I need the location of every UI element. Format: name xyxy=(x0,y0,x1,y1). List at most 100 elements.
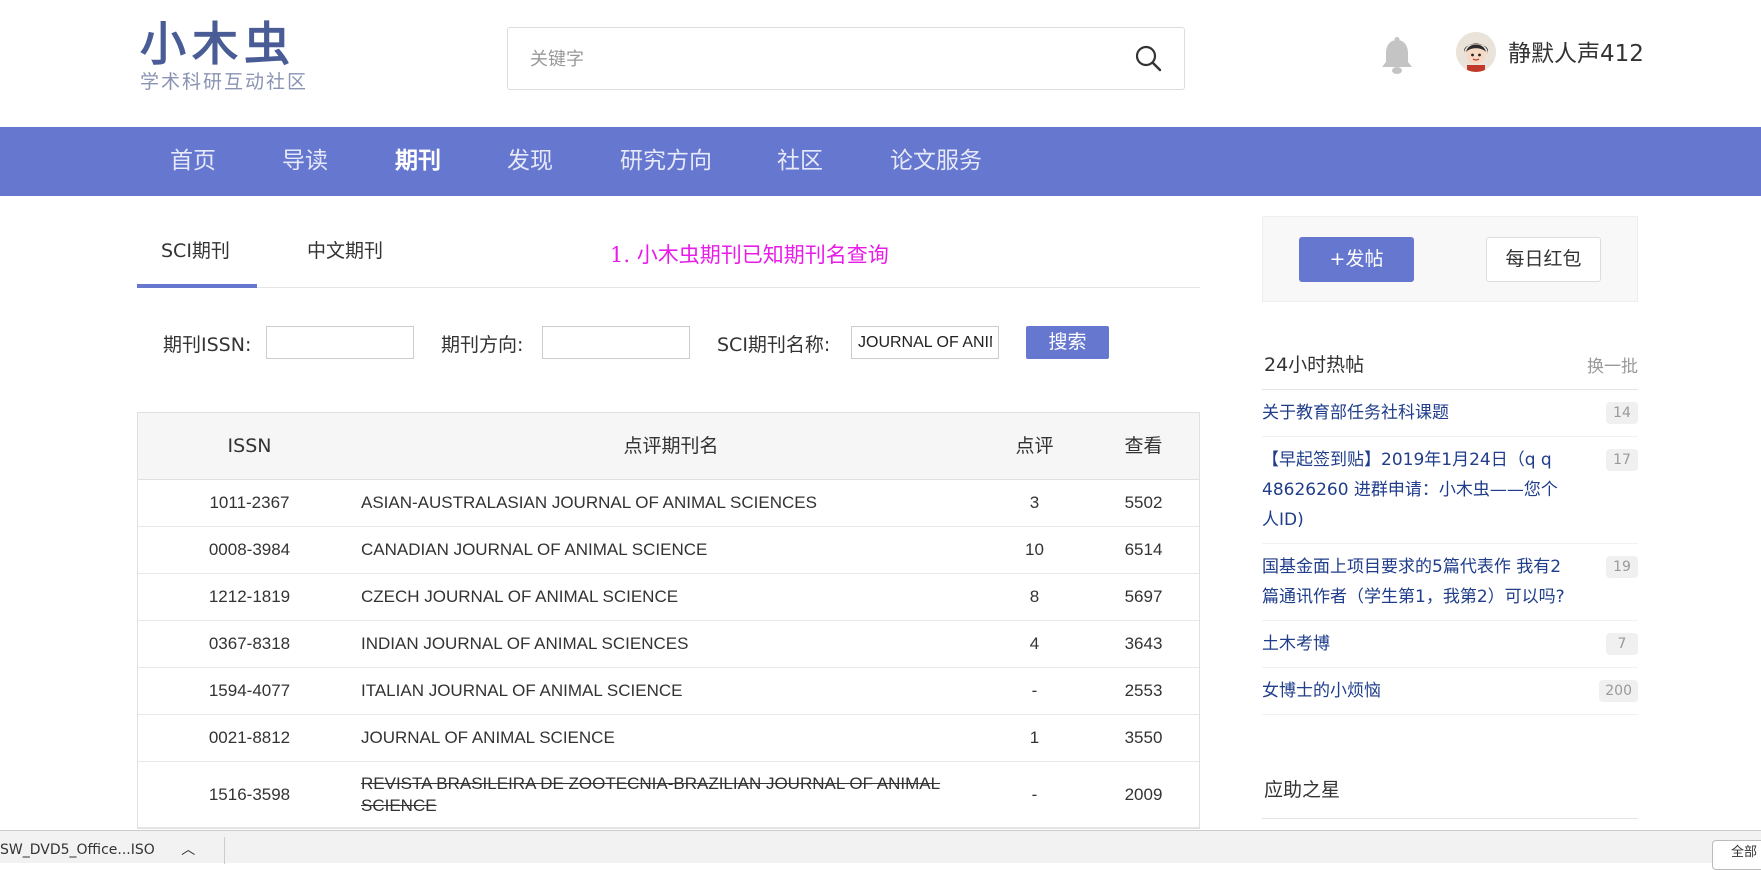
table-row[interactable]: 0367-8318 INDIAN JOURNAL OF ANIMAL SCIENC… xyxy=(138,621,1199,668)
issn-input[interactable] xyxy=(266,326,414,359)
username[interactable]: 静默人声412 xyxy=(1508,38,1644,70)
site-logo[interactable]: 小木虫 学术科研互动社区 xyxy=(140,18,325,98)
cell-issn: 0367-8318 xyxy=(208,634,291,653)
cell-journal-name[interactable]: REVISTA BRASILEIRA DE ZOOTECNIA-BRAZILIA… xyxy=(361,762,981,827)
site-header: 小木虫 学术科研互动社区 静默人声412 xyxy=(0,0,1761,127)
issn-label: 期刊ISSN: xyxy=(163,334,252,356)
col-name: 点评期刊名 xyxy=(623,435,719,457)
hot-post-count-badge: 200 xyxy=(1599,680,1638,702)
nav-item-community[interactable]: 社区 xyxy=(777,127,823,196)
cell-journal-name[interactable]: CANADIAN JOURNAL OF ANIMAL SCIENCE xyxy=(361,527,981,573)
search-submit-button[interactable]: 搜索 xyxy=(1026,326,1109,359)
table-row[interactable]: 1594-4077 ITALIAN JOURNAL OF ANIMAL SCIEN… xyxy=(138,668,1199,715)
hot-post-count-badge: 14 xyxy=(1606,402,1638,424)
cell-views: 2553 xyxy=(1124,681,1163,700)
nav-item-discover[interactable]: 发现 xyxy=(507,127,553,196)
logo-main-text: 小木虫 xyxy=(140,17,296,71)
cell-reviews: - xyxy=(1031,784,1038,804)
journal-name-text[interactable]: CANADIAN JOURNAL OF ANIMAL SCIENCE xyxy=(361,539,707,561)
cell-issn: 1594-4077 xyxy=(208,681,291,700)
nav-item-paper-service[interactable]: 论文服务 xyxy=(890,127,982,196)
hot-posts-list: 关于教育部任务社科课题 14 【早起签到贴】2019年1月24日（q q 48626… xyxy=(1262,390,1638,715)
table-row[interactable]: 1516-3598 REVISTA BRASILEIRA DE ZOOTECNIA… xyxy=(138,762,1199,828)
nav-item-research[interactable]: 研究方向 xyxy=(620,127,712,196)
hot-post-link[interactable]: 【早起签到贴】2019年1月24日（q q 48626260 进群申请：小木虫—… xyxy=(1262,445,1574,535)
cell-reviews: 1 xyxy=(1029,728,1040,747)
logo-sub-text: 学术科研互动社区 xyxy=(140,71,309,93)
journal-name-text[interactable]: JOURNAL OF ANIMAL SCIENCE xyxy=(361,727,615,749)
hot-post-count-badge: 17 xyxy=(1606,449,1638,471)
cell-views: 3643 xyxy=(1124,634,1163,653)
col-reviews: 点评 xyxy=(1015,435,1054,457)
search-input[interactable] xyxy=(530,42,1090,76)
chevron-up-icon[interactable]: ︿ xyxy=(181,842,195,858)
table-row[interactable]: 0021-8812 JOURNAL OF ANIMAL SCIENCE 1 3550 xyxy=(138,715,1199,762)
cell-journal-name[interactable]: ITALIAN JOURNAL OF ANIMAL SCIENCE xyxy=(361,668,981,714)
daily-red-packet-button[interactable]: 每日红包 xyxy=(1486,237,1601,282)
cell-journal-name[interactable]: JOURNAL OF ANIMAL SCIENCE xyxy=(361,715,981,761)
cell-issn: 0008-3984 xyxy=(208,540,291,559)
search-icon xyxy=(1135,45,1162,72)
cell-issn: 1011-2367 xyxy=(209,493,290,512)
hot-post-item: 关于教育部任务社科课题 14 xyxy=(1262,390,1638,437)
main-nav: 首页 导读 期刊 发现 研究方向 社区 论文服务 xyxy=(0,127,1761,196)
refresh-hot-button[interactable]: 换一批 xyxy=(1587,352,1638,377)
new-post-button[interactable]: +发帖 xyxy=(1299,237,1414,282)
download-divider xyxy=(224,837,225,864)
search-button[interactable] xyxy=(1132,42,1166,76)
cell-reviews: 4 xyxy=(1029,634,1040,653)
helper-star-title: 应助之星 xyxy=(1264,779,1341,801)
tab-sci[interactable]: SCI期刊 xyxy=(161,236,230,266)
table-row[interactable]: 1011-2367 ASIAN-AUSTRALASIAN JOURNAL OF A… xyxy=(138,480,1199,527)
cell-journal-name[interactable]: ASIAN-AUSTRALASIAN JOURNAL OF ANIMAL SCI… xyxy=(361,480,981,526)
cell-reviews: 10 xyxy=(1025,540,1044,559)
download-item[interactable]: SW_DVD5_Office...ISO ︿ xyxy=(0,839,195,859)
helper-star-header: 应助之星 xyxy=(1262,765,1638,819)
download-bar: SW_DVD5_Office...ISO ︿ 全部 xyxy=(0,830,1761,870)
cell-views: 6514 xyxy=(1124,540,1163,559)
journal-name-text[interactable]: CZECH JOURNAL OF ANIMAL SCIENCE xyxy=(361,586,678,608)
table-row[interactable]: 1212-1819 CZECH JOURNAL OF ANIMAL SCIENCE… xyxy=(138,574,1199,621)
journal-name-text[interactable]: INDIAN JOURNAL OF ANIMAL SCIENCES xyxy=(361,633,688,655)
user-avatar[interactable] xyxy=(1456,32,1496,72)
cell-issn: 0021-8812 xyxy=(208,728,291,747)
journal-name-text[interactable]: REVISTA BRASILEIRA DE ZOOTECNIA-BRAZILIA… xyxy=(361,773,981,817)
search-box xyxy=(507,27,1185,90)
direction-input[interactable] xyxy=(542,326,690,359)
nav-item-journals[interactable]: 期刊 xyxy=(395,127,441,196)
tab-chinese[interactable]: 中文期刊 xyxy=(307,236,383,266)
nav-item-guide[interactable]: 导读 xyxy=(282,127,328,196)
hot-post-item: 女博士的小烦恼 200 xyxy=(1262,668,1638,715)
cell-journal-name[interactable]: CZECH JOURNAL OF ANIMAL SCIENCE xyxy=(361,574,981,620)
nav-item-home[interactable]: 首页 xyxy=(170,127,216,196)
notice-text: 1. 小木虫期刊已知期刊名查询 xyxy=(610,243,889,267)
hot-post-count-badge: 19 xyxy=(1606,556,1638,578)
notification-button[interactable] xyxy=(1378,36,1416,76)
hot-post-link[interactable]: 国基金面上项目要求的5篇代表作 我有2篇通讯作者（学生第1，我第2）可以吗? xyxy=(1262,552,1574,612)
journal-name-text[interactable]: ITALIAN JOURNAL OF ANIMAL SCIENCE xyxy=(361,680,683,702)
hot-post-item: 【早起签到贴】2019年1月24日（q q 48626260 进群申请：小木虫—… xyxy=(1262,437,1638,544)
journal-name-text[interactable]: ASIAN-AUSTRALASIAN JOURNAL OF ANIMAL SCI… xyxy=(361,492,817,514)
hot-post-link[interactable]: 女博士的小烦恼 xyxy=(1262,676,1574,706)
cell-views: 5502 xyxy=(1124,493,1163,512)
tab-active-indicator xyxy=(137,284,257,288)
hot-posts-header: 24小时热帖 换一批 xyxy=(1262,340,1638,390)
table-header: ISSN 点评期刊名 点评 查看 xyxy=(138,413,1199,480)
hot-post-link[interactable]: 土木考博 xyxy=(1262,629,1574,659)
avatar-icon xyxy=(1456,32,1496,72)
col-issn: ISSN xyxy=(227,435,272,457)
show-all-downloads-button[interactable]: 全部 xyxy=(1712,840,1761,870)
journal-name-input[interactable] xyxy=(851,326,999,359)
download-filename: SW_DVD5_Office...ISO xyxy=(0,842,155,858)
hot-post-link[interactable]: 关于教育部任务社科课题 xyxy=(1262,398,1574,428)
filter-bar: 期刊ISSN: 期刊方向: SCI期刊名称: 搜索 xyxy=(137,322,1200,372)
col-views: 查看 xyxy=(1124,435,1163,457)
journal-tabs: SCI期刊 中文期刊 1. 小木虫期刊已知期刊名查询 xyxy=(137,196,1200,288)
cell-reviews: 3 xyxy=(1029,493,1040,512)
cell-journal-name[interactable]: INDIAN JOURNAL OF ANIMAL SCIENCES xyxy=(361,621,981,667)
hot-post-count-badge: 7 xyxy=(1606,633,1638,655)
cell-views: 3550 xyxy=(1124,728,1163,747)
cell-issn: 1212-1819 xyxy=(208,587,291,606)
table-row[interactable]: 0008-3984 CANADIAN JOURNAL OF ANIMAL SCIE… xyxy=(138,527,1199,574)
main-content: SCI期刊 中文期刊 1. 小木虫期刊已知期刊名查询 期刊ISSN: 期刊方向:… xyxy=(137,196,1200,830)
